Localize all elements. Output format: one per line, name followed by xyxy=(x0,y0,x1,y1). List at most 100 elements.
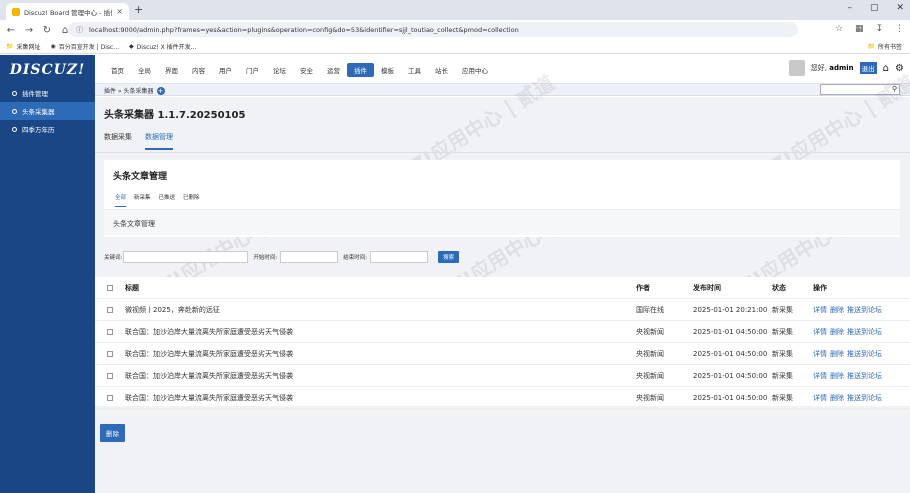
page-title: 头条采集器 1.1.7.20250105 xyxy=(104,110,246,121)
admin-search-input[interactable]: ⚲ xyxy=(820,84,900,95)
push-link[interactable]: 推送到论坛 xyxy=(847,393,882,403)
row-checkbox[interactable] xyxy=(107,328,113,335)
menu-item[interactable]: 首页 xyxy=(104,63,131,77)
bookmark-item[interactable]: ◉ 百分百宣开发 | Disc... xyxy=(51,42,120,51)
breadcrumb: 插件 » 头条采集器 + xyxy=(104,86,165,95)
row-author: 央视新闻 xyxy=(636,371,664,380)
bulk-delete-button[interactable]: 删除 xyxy=(100,424,125,442)
table-row: 联合国：加沙泊岸大量流离失所家庭遭受恶劣天气侵袭 央视新闻 2025-01-01… xyxy=(95,365,910,387)
row-time: 2025-01-01 20:21:00 xyxy=(693,305,768,314)
sidebar-item-toutiao-collector[interactable]: 头条采集器 xyxy=(0,102,95,120)
bookmark-item[interactable]: 📁 采集网址 xyxy=(6,42,41,51)
sidebar-item-plugin-manage[interactable]: 插件管理 xyxy=(0,84,95,102)
card-subtitle: 头条文章管理 xyxy=(113,220,155,228)
bookmarks-bar: 📁 采集网址 ◉ 百分百宣开发 | Disc... ◆ Discuz! X 插件… xyxy=(0,40,910,54)
start-time-input[interactable] xyxy=(280,251,339,263)
tab-new[interactable]: 新采集 xyxy=(134,193,151,207)
menu-item[interactable]: 用户 xyxy=(212,63,239,77)
row-actions: 详情 删除 推送到论坛 xyxy=(813,371,882,381)
row-time: 2025-01-01 04:50:00 xyxy=(693,393,768,402)
site-info-icon[interactable]: ⓘ xyxy=(76,25,83,35)
admin-header: DISCUZ! 首页 全局 界面 内容 用户 门户 论坛 安全 运营 插件 模板… xyxy=(0,55,910,84)
table-row: 联合国：加沙泊岸大量流离失所家庭遭受恶劣天气侵袭 央视新闻 2025-01-01… xyxy=(95,321,910,343)
keyword-label: 关键词: xyxy=(104,255,123,261)
keyword-input[interactable] xyxy=(123,251,249,263)
logout-button[interactable]: 退出 xyxy=(859,62,877,74)
push-link[interactable]: 推送到论坛 xyxy=(847,371,882,381)
circle-icon xyxy=(12,108,17,114)
menu-item[interactable]: 全局 xyxy=(131,63,158,77)
detail-link[interactable]: 详情 xyxy=(813,371,827,381)
delete-link[interactable]: 删除 xyxy=(830,305,844,315)
menu-item[interactable]: 站长 xyxy=(428,63,455,77)
add-shortcut-icon[interactable]: + xyxy=(156,86,165,95)
menu-item[interactable]: 内容 xyxy=(185,63,212,77)
delete-link[interactable]: 删除 xyxy=(830,349,844,359)
home-icon[interactable]: ⌂ xyxy=(883,63,889,74)
gear-icon[interactable]: ⚙ xyxy=(895,63,904,74)
detail-link[interactable]: 详情 xyxy=(813,349,827,359)
new-tab-button[interactable]: + xyxy=(134,3,143,16)
end-time-input[interactable] xyxy=(370,251,429,263)
delete-link[interactable]: 删除 xyxy=(830,371,844,381)
tab-data-manage[interactable]: 数据管理 xyxy=(145,132,173,150)
tab-pushed[interactable]: 已推送 xyxy=(159,193,176,207)
menu-item[interactable]: 运营 xyxy=(320,63,347,77)
back-icon[interactable]: ← xyxy=(4,25,18,36)
menu-item[interactable]: 安全 xyxy=(293,63,320,77)
tab-all[interactable]: 全部 xyxy=(115,193,127,207)
menu-icon[interactable]: ⋮ xyxy=(895,24,904,34)
filter-bar: 关键词: 开始时间: 结束时间: 搜索 xyxy=(104,251,460,263)
minimize-icon[interactable]: – xyxy=(847,3,852,13)
close-window-icon[interactable]: ✕ xyxy=(896,3,904,13)
row-checkbox[interactable] xyxy=(107,372,113,379)
table-header: 标题 作者 发布时间 状态 操作 xyxy=(95,277,910,299)
sidebar: 插件管理 头条采集器 四季万年历 xyxy=(0,84,95,493)
push-link[interactable]: 推送到论坛 xyxy=(847,349,882,359)
discuz-logo[interactable]: DISCUZ! xyxy=(0,55,95,84)
row-status: 新采集 xyxy=(772,327,793,336)
row-checkbox[interactable] xyxy=(107,350,113,357)
tab-deleted[interactable]: 已删除 xyxy=(183,193,200,207)
tab-data-collect[interactable]: 数据采集 xyxy=(104,132,132,150)
detail-link[interactable]: 详情 xyxy=(813,305,827,315)
menu-item[interactable]: 界面 xyxy=(158,63,185,77)
extensions-icon[interactable]: ▦ xyxy=(855,24,864,34)
menu-item[interactable]: 应用中心 xyxy=(455,63,495,77)
circle-icon xyxy=(12,90,17,96)
menu-item[interactable]: 模板 xyxy=(374,63,401,77)
push-link[interactable]: 推送到论坛 xyxy=(847,305,882,315)
browser-tabbar: Discuz! Board 管理中心 - 插件 × + – ▢ ✕ xyxy=(0,0,910,20)
menu-item[interactable]: 门户 xyxy=(239,63,266,77)
bookmark-item[interactable]: ◆ Discuz! X 插件开发... xyxy=(129,42,196,51)
detail-link[interactable]: 详情 xyxy=(813,393,827,403)
page-tabs: 数据采集 数据管理 xyxy=(104,132,173,150)
row-time: 2025-01-01 04:50:00 xyxy=(693,371,768,380)
row-actions: 详情 删除 推送到论坛 xyxy=(813,305,882,315)
close-tab-icon[interactable]: × xyxy=(116,7,123,16)
download-icon[interactable]: ↧ xyxy=(875,24,883,34)
reload-icon[interactable]: ↻ xyxy=(40,25,54,36)
sidebar-item-calendar[interactable]: 四季万年历 xyxy=(0,120,95,138)
menu-item-plugins[interactable]: 插件 xyxy=(347,63,374,77)
username: admin xyxy=(829,64,854,72)
search-icon[interactable]: ⚲ xyxy=(892,85,897,93)
maximize-icon[interactable]: ▢ xyxy=(870,3,879,13)
row-checkbox[interactable] xyxy=(107,394,113,401)
browser-tab[interactable]: Discuz! Board 管理中心 - 插件 × xyxy=(6,3,129,20)
row-checkbox[interactable] xyxy=(107,306,113,313)
row-title: 联合国：加沙泊岸大量流离失所家庭遭受恶劣天气侵袭 xyxy=(125,349,293,358)
bookmark-star-icon[interactable]: ☆ xyxy=(835,24,843,34)
menu-item[interactable]: 工具 xyxy=(401,63,428,77)
delete-link[interactable]: 删除 xyxy=(830,327,844,337)
forward-icon[interactable]: → xyxy=(22,25,36,36)
detail-link[interactable]: 详情 xyxy=(813,327,827,337)
url-field[interactable]: ⓘ localhost:9000/admin.php?frames=yes&ac… xyxy=(68,22,798,37)
search-button[interactable]: 搜索 xyxy=(438,251,460,263)
select-all-checkbox[interactable] xyxy=(107,284,113,291)
all-bookmarks[interactable]: 📁 所有书签 xyxy=(868,42,903,51)
menu-item[interactable]: 论坛 xyxy=(266,63,293,77)
delete-link[interactable]: 删除 xyxy=(830,393,844,403)
push-link[interactable]: 推送到论坛 xyxy=(847,327,882,337)
row-actions: 详情 删除 推送到论坛 xyxy=(813,327,882,337)
